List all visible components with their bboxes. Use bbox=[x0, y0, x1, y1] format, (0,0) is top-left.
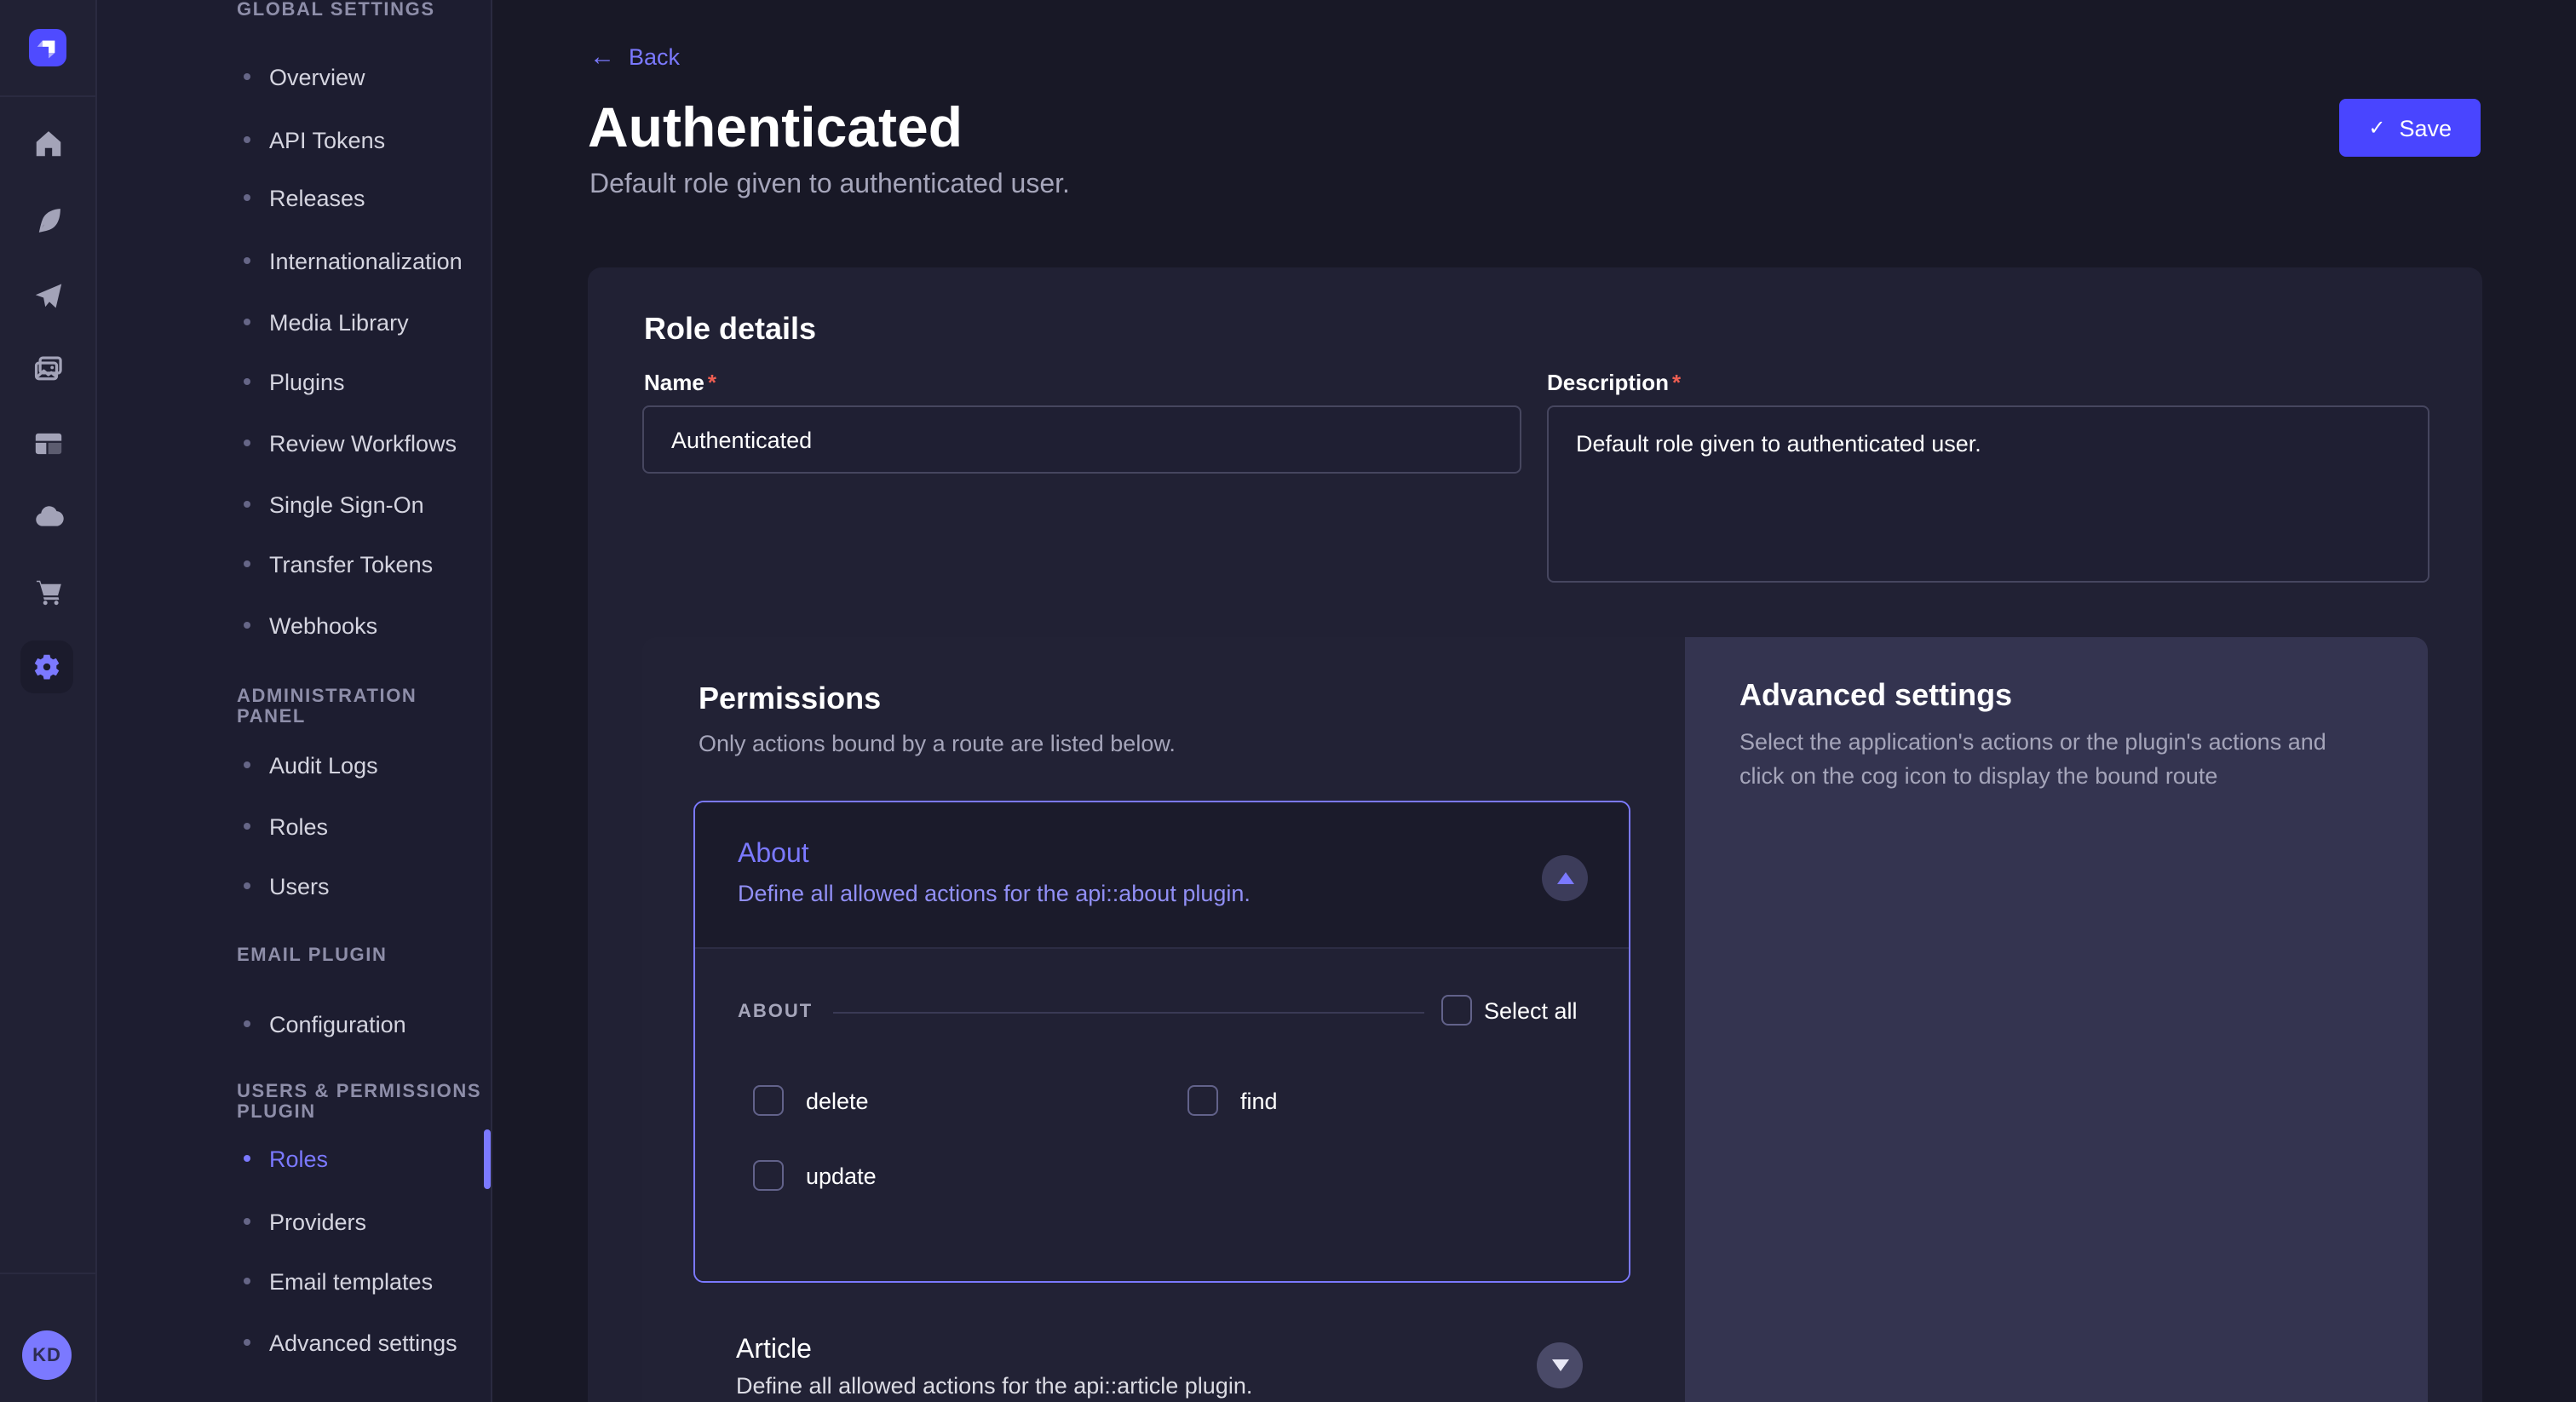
required-asterisk: * bbox=[708, 370, 716, 395]
icon-rail: KD bbox=[0, 0, 97, 1402]
checkbox-find[interactable] bbox=[1187, 1085, 1218, 1116]
chevron-up-icon bbox=[1556, 872, 1573, 884]
chevron-down-icon bbox=[1551, 1359, 1568, 1371]
bullet bbox=[244, 73, 250, 80]
sidebar-item-webhooks[interactable]: Webhooks bbox=[244, 610, 377, 641]
sidebar-item-up-roles[interactable]: Roles bbox=[244, 1143, 328, 1174]
sidebar-item-audit-logs[interactable]: Audit Logs bbox=[244, 750, 378, 780]
collapse-button[interactable] bbox=[1542, 855, 1588, 901]
permissions-subheading: Only actions bound by a route are listed… bbox=[699, 727, 1176, 761]
checkbox-delete[interactable] bbox=[753, 1085, 784, 1116]
bullet bbox=[244, 761, 250, 768]
section-administration-panel: ADMINISTRATION PANEL bbox=[237, 687, 491, 727]
bullet bbox=[244, 378, 250, 385]
sidebar-item-configuration[interactable]: Configuration bbox=[244, 1008, 406, 1039]
bullet bbox=[244, 257, 250, 264]
accordion-article-subtitle: Define all allowed actions for the api::… bbox=[736, 1373, 1252, 1399]
accordion-about-body: ABOUT Select all delete find update bbox=[695, 949, 1629, 1283]
sidebar-item-internationalization[interactable]: Internationalization bbox=[244, 245, 463, 276]
marketplace-cart-icon[interactable] bbox=[27, 571, 68, 612]
rail-divider bbox=[0, 1273, 95, 1274]
save-button[interactable]: ✓ Save bbox=[2339, 99, 2481, 157]
accordion-article-title[interactable]: Article bbox=[736, 1336, 812, 1366]
checkbox-update-label[interactable]: update bbox=[806, 1164, 877, 1189]
sidebar-item-api-tokens[interactable]: API Tokens bbox=[244, 124, 385, 155]
group-divider bbox=[833, 1012, 1424, 1014]
accordion-about-header[interactable]: About Define all allowed actions for the… bbox=[695, 802, 1629, 949]
deploy-paper-plane-icon[interactable] bbox=[27, 274, 68, 315]
role-details-heading: Role details bbox=[644, 312, 816, 348]
sidebar-item-transfer-tokens[interactable]: Transfer Tokens bbox=[244, 549, 433, 579]
section-email-plugin: EMAIL PLUGIN bbox=[237, 945, 387, 966]
check-icon: ✓ bbox=[2368, 118, 2385, 138]
back-label: Back bbox=[629, 44, 680, 70]
sidebar-item-plugins[interactable]: Plugins bbox=[244, 366, 345, 397]
page-subtitle: Default role given to authenticated user… bbox=[589, 170, 1070, 201]
sidebar-item-users[interactable]: Users bbox=[244, 871, 330, 901]
content-type-builder-icon[interactable] bbox=[27, 199, 68, 240]
settings-gear-icon[interactable] bbox=[20, 641, 73, 693]
media-library-icon[interactable] bbox=[27, 348, 68, 388]
page-title: Authenticated bbox=[588, 95, 963, 160]
sidebar-item-overview[interactable]: Overview bbox=[244, 61, 365, 92]
checkbox-find-label[interactable]: find bbox=[1240, 1089, 1278, 1114]
sidebar-item-providers[interactable]: Providers bbox=[244, 1206, 366, 1237]
name-input[interactable] bbox=[642, 405, 1521, 474]
accordion-about-title: About bbox=[738, 840, 809, 871]
permissions-heading: Permissions bbox=[699, 681, 881, 717]
sidebar-item-admin-roles[interactable]: Roles bbox=[244, 811, 328, 842]
rail-divider bbox=[0, 95, 95, 97]
sidebar-item-releases[interactable]: Releases bbox=[244, 182, 365, 213]
select-all-label[interactable]: Select all bbox=[1484, 998, 1578, 1024]
description-textarea[interactable]: Default role given to authenticated user… bbox=[1547, 405, 2429, 583]
checkbox-delete-label[interactable]: delete bbox=[806, 1089, 869, 1114]
name-label: Name* bbox=[644, 370, 716, 395]
checkbox-update[interactable] bbox=[753, 1160, 784, 1191]
bullet bbox=[244, 319, 250, 325]
bullet bbox=[244, 194, 250, 201]
select-all-checkbox[interactable] bbox=[1441, 995, 1472, 1026]
settings-sidebar: GLOBAL SETTINGS Overview API Tokens Rele… bbox=[97, 0, 492, 1402]
required-asterisk: * bbox=[1672, 370, 1681, 395]
bullet bbox=[244, 1278, 250, 1284]
accordion-about-subtitle: Define all allowed actions for the api::… bbox=[738, 881, 1251, 906]
sidebar-item-single-sign-on[interactable]: Single Sign-On bbox=[244, 489, 424, 520]
bullet bbox=[244, 622, 250, 629]
bullet bbox=[244, 560, 250, 567]
main-content: ← Back Authenticated Default role given … bbox=[492, 0, 2576, 1402]
advanced-settings-heading: Advanced settings bbox=[1739, 678, 2012, 714]
bullet bbox=[244, 501, 250, 508]
bullet bbox=[244, 440, 250, 446]
bullet bbox=[244, 882, 250, 889]
content-manager-layout-icon[interactable] bbox=[27, 422, 68, 463]
about-group-label: ABOUT bbox=[738, 1002, 813, 1022]
sidebar-item-email-templates[interactable]: Email templates bbox=[244, 1266, 433, 1296]
bullet bbox=[244, 1339, 250, 1346]
back-arrow-icon: ← bbox=[589, 44, 615, 70]
bullet bbox=[244, 823, 250, 830]
bullet bbox=[244, 1020, 250, 1027]
user-avatar[interactable]: KD bbox=[22, 1330, 72, 1380]
permissions-panel: Permissions Only actions bound by a rout… bbox=[642, 637, 1685, 1402]
bullet bbox=[244, 1218, 250, 1225]
description-label: Description* bbox=[1547, 370, 1681, 395]
role-details-card: Role details Name* Description* Default … bbox=[588, 267, 2482, 1402]
strapi-logo[interactable] bbox=[29, 29, 66, 66]
active-item-indicator bbox=[484, 1129, 491, 1189]
expand-button[interactable] bbox=[1537, 1342, 1583, 1388]
section-users-permissions-plugin: USERS & PERMISSIONS PLUGIN bbox=[237, 1082, 491, 1123]
cloud-icon[interactable] bbox=[27, 496, 68, 537]
accordion-about: About Define all allowed actions for the… bbox=[693, 801, 1630, 1283]
home-icon[interactable] bbox=[27, 123, 68, 164]
advanced-settings-description: Select the application's actions or the … bbox=[1739, 726, 2373, 794]
sidebar-item-media-library[interactable]: Media Library bbox=[244, 307, 409, 337]
sidebar-item-review-workflows[interactable]: Review Workflows bbox=[244, 428, 457, 458]
bullet bbox=[244, 1155, 250, 1162]
advanced-settings-panel: Advanced settings Select the application… bbox=[1685, 637, 2428, 1402]
bullet bbox=[244, 136, 250, 143]
strapi-admin: KD GLOBAL SETTINGS Overview API Tokens R… bbox=[0, 0, 2576, 1402]
back-link[interactable]: ← Back bbox=[589, 44, 680, 70]
section-global-settings: GLOBAL SETTINGS bbox=[237, 0, 435, 20]
sidebar-item-advanced-settings[interactable]: Advanced settings bbox=[244, 1327, 457, 1358]
